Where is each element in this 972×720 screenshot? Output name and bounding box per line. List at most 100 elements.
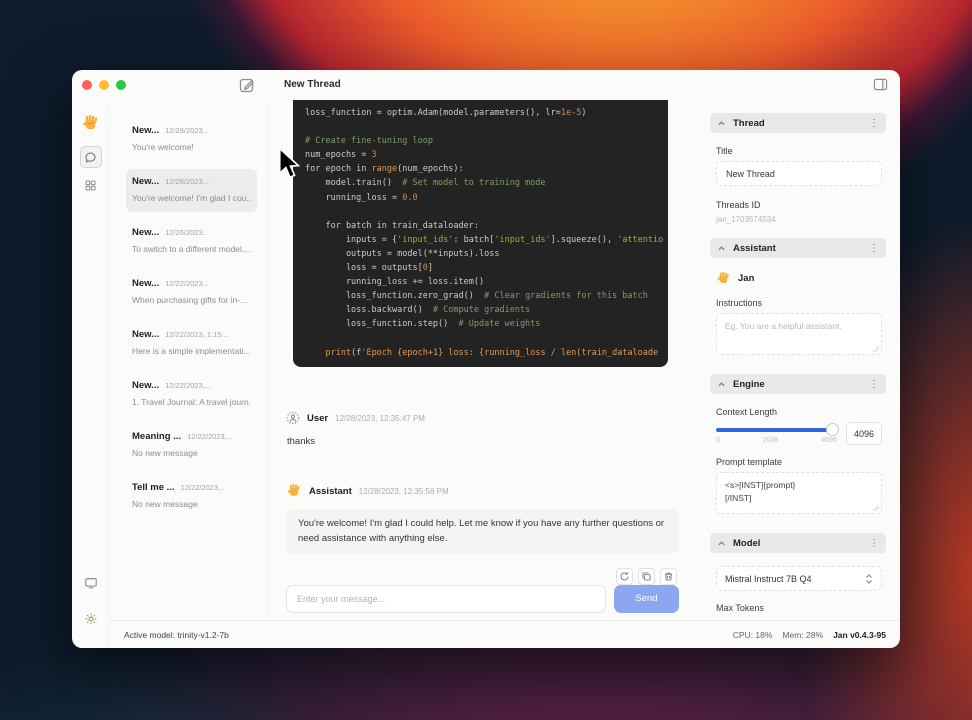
thread-item-title: New... [132, 176, 160, 187]
status-bar: Active model: trinity-v1.2-7b CPU: 18% M… [110, 620, 900, 648]
chevron-up-icon [717, 380, 726, 389]
new-thread-icon[interactable] [238, 76, 256, 94]
thread-item-preview: No new message [132, 499, 198, 509]
thread-item-date: 12/22/2023... [165, 279, 209, 288]
code-line: outputs = model(**inputs).loss [305, 248, 500, 259]
thread-list-item[interactable]: New... 12/28/2023... You're welcome! [126, 118, 257, 161]
engine-section-header[interactable]: Engine ⋮ [710, 374, 886, 394]
copy-icon[interactable] [638, 567, 655, 585]
page-title: New Thread [284, 79, 341, 90]
prompt-template-label: Prompt template [716, 457, 783, 467]
message-input[interactable] [286, 584, 606, 613]
thread-item-title: New... [132, 125, 160, 136]
assistant-wave-avatar-icon [286, 483, 302, 499]
assistant-message-header: Assistant 12/28/2023, 12:35:56 PM [286, 483, 679, 499]
chat-main: loss_function = optim.Adam(model.paramet… [268, 100, 697, 620]
zoom-window-button[interactable] [116, 80, 126, 90]
assistant-message-bubble: You're welcome! I'm glad I could help. L… [286, 509, 679, 554]
thread-item-preview: No new message [132, 448, 198, 458]
thread-list-item[interactable]: New... 12/28/2023... You're welcome! I'm g… [126, 169, 257, 212]
code-line: inputs = {'input_ids': batch['input_ids'… [305, 234, 664, 245]
settings-gear-icon[interactable] [80, 608, 102, 630]
user-message-text: thanks [287, 436, 315, 447]
close-window-button[interactable] [82, 80, 92, 90]
thread-list: New... 12/28/2023... You're welcome! New...… [110, 100, 268, 620]
code-line: running_loss = 0.0 [305, 192, 418, 203]
code-line: loss_function.step() # Update weights [305, 319, 541, 330]
wave-hand-icon [81, 114, 100, 133]
thread-item-date: 12/22/2023,... [187, 432, 233, 441]
instructions-textarea[interactable] [716, 313, 882, 355]
app-version: Jan v0.4.3-95 [833, 629, 886, 640]
section-title: Engine [733, 378, 765, 390]
tick-label: 0 [716, 437, 720, 444]
send-button[interactable]: Send [614, 584, 679, 613]
code-line: loss_function.zero_grad() # Clear gradie… [305, 291, 648, 302]
code-block: loss_function = optim.Adam(model.paramet… [293, 100, 668, 367]
thread-list-item[interactable]: New... 12/26/2023... To switch to a differ… [126, 220, 257, 263]
kebab-menu-icon[interactable]: ⋮ [869, 243, 879, 254]
kebab-menu-icon[interactable]: ⋮ [869, 538, 879, 549]
kebab-menu-icon[interactable]: ⋮ [869, 379, 879, 390]
app-window: New Thread New... 12/28/2023... You're w… [72, 70, 900, 648]
slider-ticks: 0 2048 4096 [716, 437, 837, 444]
code-line: running_loss += loss.item() [305, 277, 485, 288]
nav-hub-tab[interactable] [80, 174, 102, 196]
section-title: Thread [733, 117, 765, 129]
code-line: print(f'Epoch {epoch+1} loss: {running_l… [325, 347, 659, 358]
thread-item-date: 12/26/2023... [165, 228, 209, 237]
code-line: # Create fine-tuning loop [305, 136, 433, 147]
user-message-header: User 12/28/2023, 12:35:47 PM [286, 411, 679, 425]
prompt-template-textarea[interactable]: <s>[INST]{prompt} [/INST] [716, 472, 882, 514]
model-selected-value: Mistral Instruct 7B Q4 [725, 573, 812, 584]
wave-hand-icon [716, 271, 731, 286]
assistant-section-header[interactable]: Assistant ⋮ [710, 238, 886, 258]
context-length-label: Context Length [716, 407, 778, 417]
model-section-header[interactable]: Model ⋮ [710, 533, 886, 553]
slider-thumb[interactable] [826, 423, 839, 436]
traffic-lights [82, 80, 126, 90]
nav-chat-tab[interactable] [79, 146, 102, 168]
thread-list-item[interactable]: New... 12/22/2023... When purchasing gifts… [126, 271, 257, 314]
thread-section-header[interactable]: Thread ⋮ [710, 113, 886, 133]
thread-list-item[interactable]: Meaning ... 12/22/2023,... No new message [126, 424, 257, 467]
kebab-menu-icon[interactable]: ⋮ [869, 118, 879, 129]
message-timestamp: 12/28/2023, 12:35:56 PM [358, 486, 449, 496]
thread-item-title: New... [132, 329, 160, 340]
context-length-slider[interactable] [716, 423, 839, 436]
thread-item-title: Meaning ... [132, 431, 182, 442]
message-role: User [307, 412, 329, 424]
regenerate-icon[interactable] [616, 567, 633, 585]
section-title: Model [733, 537, 761, 549]
assistant-name: Jan [738, 273, 755, 284]
thread-list-item[interactable]: New... 12/22/2023,... 1. Travel Journal: A… [126, 373, 257, 416]
code-line: model.train() # Set model to training mo… [305, 178, 546, 189]
system-monitor-icon[interactable] [80, 572, 102, 594]
context-length-value[interactable]: 4096 [846, 422, 882, 445]
cpu-usage: CPU: 18% [732, 629, 773, 640]
message-role: Assistant [309, 485, 352, 497]
thread-item-date: 12/28/2023... [165, 177, 209, 186]
delete-trash-icon[interactable] [660, 567, 677, 585]
select-stepper-icon [865, 573, 873, 585]
thread-item-date: 12/22/2023,... [180, 483, 227, 492]
toggle-right-panel-icon[interactable] [873, 77, 888, 92]
minimize-window-button[interactable] [99, 80, 109, 90]
thread-item-date: 12/28/2023... [165, 126, 209, 135]
mem-usage: Mem: 28% [782, 629, 824, 640]
thread-title-input[interactable] [716, 161, 882, 186]
thread-item-date: 12/22/2023,... [165, 381, 211, 390]
thread-list-item[interactable]: Tell me ... 12/22/2023,... No new message [126, 475, 257, 518]
thread-item-preview: To switch to a different model,... [132, 244, 251, 254]
left-rail [72, 100, 110, 648]
model-select[interactable]: Mistral Instruct 7B Q4 [716, 566, 882, 591]
thread-list-item[interactable]: New... 12/22/2023, 1:15:... Here is a simp… [126, 322, 257, 365]
active-model-status: Active model: trinity-v1.2-7b [124, 629, 229, 640]
section-title: Assistant [733, 242, 776, 254]
titlebar: New Thread [72, 70, 900, 100]
chevron-up-icon [717, 244, 726, 253]
code-line: loss_function = optim.Adam(model.paramet… [305, 108, 587, 118]
